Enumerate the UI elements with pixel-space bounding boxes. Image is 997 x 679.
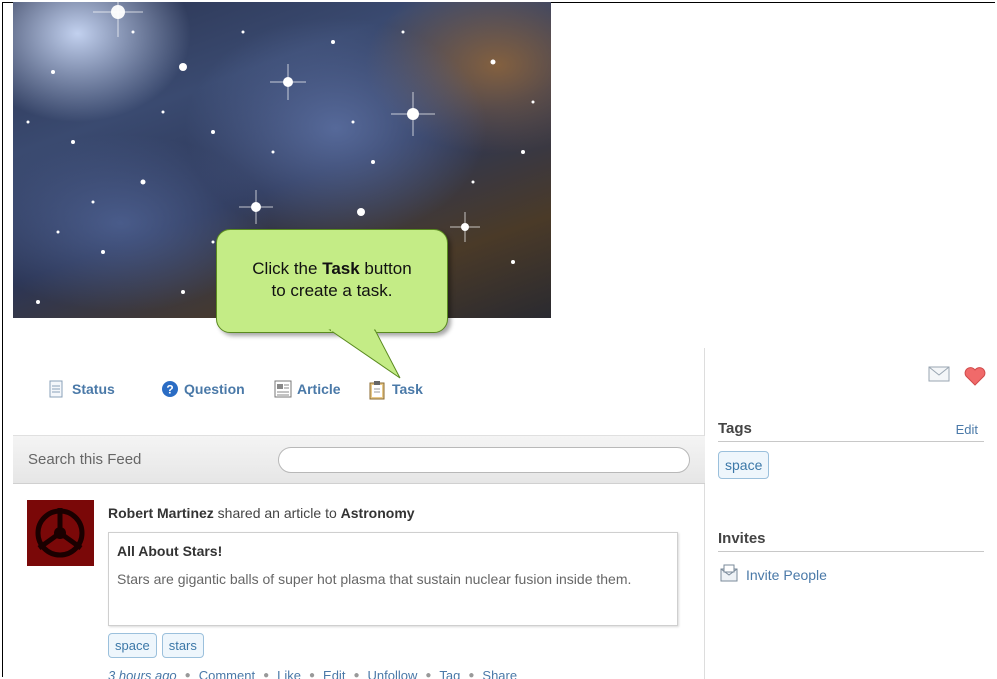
tags-title: Tags: [718, 420, 752, 437]
question-icon: ?: [161, 380, 178, 398]
invite-people-label: Invite People: [746, 566, 827, 583]
sidebar-tag-space[interactable]: space: [718, 451, 770, 479]
post-tags: space stars: [108, 633, 204, 658]
separator-dot: ●: [263, 670, 270, 679]
tags-section-title: Tags Edit: [718, 420, 984, 442]
unfollow-link[interactable]: Unfollow: [367, 668, 417, 679]
tab-question[interactable]: ? Question: [161, 380, 245, 398]
post-group-link[interactable]: Astronomy: [341, 505, 415, 521]
post-tag-space[interactable]: space: [108, 633, 157, 658]
post-actions: 3 hours ago ● Comment ● Like ● Edit ● Un…: [108, 668, 517, 679]
invite-people-link[interactable]: Invite People: [720, 564, 827, 585]
document-icon: [49, 380, 65, 398]
edit-link[interactable]: Edit: [323, 668, 345, 679]
separator-dot: ●: [184, 670, 191, 679]
callout-text-line2: to create a task.: [271, 281, 393, 300]
tags-edit-link[interactable]: Edit: [956, 422, 978, 437]
article-body: Stars are gigantic balls of super hot pl…: [117, 571, 632, 587]
feed-column: Status ? Question Article Task Search th…: [13, 348, 705, 679]
svg-text:?: ?: [166, 383, 173, 397]
like-link[interactable]: Like: [277, 668, 301, 679]
tab-article[interactable]: Article: [274, 380, 341, 398]
clipboard-icon: [369, 380, 385, 400]
article-icon: [274, 380, 292, 398]
callout-text-after: button: [359, 259, 412, 278]
callout-pointer: [328, 328, 401, 379]
callout-text-bold: Task: [322, 259, 360, 278]
sidebar-top-icons: [928, 366, 986, 389]
tab-status-label: Status: [72, 381, 115, 397]
invite-icon: [720, 564, 738, 585]
share-link[interactable]: Share: [482, 668, 517, 679]
feed-search-bar: Search this Feed: [13, 436, 705, 484]
right-sidebar: Tags Edit space Invites Invite People: [718, 348, 986, 679]
avatar[interactable]: [27, 500, 94, 566]
post-header: Robert Martinez shared an article to Ast…: [108, 505, 415, 521]
comment-link[interactable]: Comment: [199, 668, 255, 679]
post-tag-stars[interactable]: stars: [161, 633, 204, 658]
separator-dot: ●: [308, 670, 316, 679]
tab-question-label: Question: [184, 381, 245, 397]
invites-section-title: Invites: [718, 530, 984, 552]
search-input[interactable]: [278, 447, 690, 473]
tab-task-label: Task: [392, 381, 423, 397]
post-timestamp[interactable]: 3 hours ago: [108, 668, 177, 679]
post-verb: shared an article to: [213, 505, 341, 521]
tab-status[interactable]: Status: [49, 380, 115, 398]
tag-link[interactable]: Tag: [439, 668, 460, 679]
tutorial-callout: Click the Task button to create a task.: [216, 229, 448, 333]
invites-title: Invites: [718, 530, 766, 547]
post-author-link[interactable]: Robert Martinez: [108, 505, 214, 521]
envelope-icon[interactable]: [928, 366, 950, 389]
callout-text-before: Click the: [252, 259, 323, 278]
separator-dot: ●: [468, 670, 475, 679]
search-label: Search this Feed: [28, 451, 142, 468]
separator-dot: ●: [353, 670, 360, 679]
article-card[interactable]: All About Stars! Stars are gigantic ball…: [108, 532, 678, 626]
tab-task[interactable]: Task: [369, 380, 423, 400]
article-title: All About Stars!: [117, 543, 223, 559]
separator-dot: ●: [425, 670, 432, 679]
tab-article-label: Article: [297, 381, 341, 397]
heart-icon[interactable]: [964, 366, 986, 389]
